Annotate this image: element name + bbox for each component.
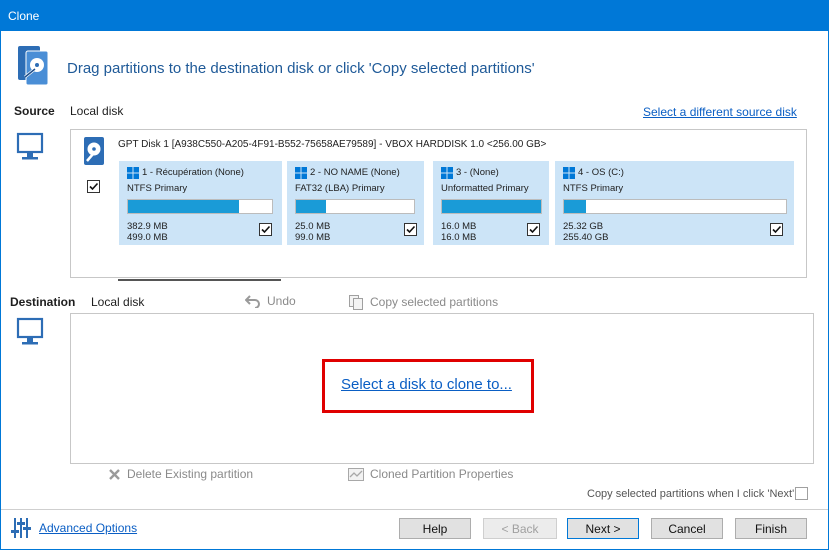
source-disk-title: GPT Disk 1 [A938C550-A205-4F91-B552-7565… bbox=[118, 139, 547, 150]
select-disk-to-clone-link[interactable]: Select a disk to clone to... bbox=[341, 376, 512, 393]
select-different-source-link[interactable]: Select a different source disk bbox=[643, 105, 797, 119]
usage-fill bbox=[296, 200, 326, 213]
usage-fill bbox=[128, 200, 239, 213]
partition-total: 99.0 MB bbox=[295, 232, 331, 243]
windows-icon bbox=[441, 167, 453, 179]
selected-partition-indicator bbox=[118, 279, 281, 281]
partition-name: 3 - (None) bbox=[456, 167, 499, 178]
usage-fill bbox=[564, 200, 587, 213]
help-button[interactable]: Help bbox=[399, 518, 471, 539]
partition-total: 255.40 GB bbox=[563, 232, 609, 243]
windows-icon bbox=[127, 167, 139, 179]
usage-fill bbox=[442, 200, 541, 213]
select-disk-checkbox[interactable] bbox=[87, 180, 100, 193]
usage-bar bbox=[127, 199, 273, 214]
copy-on-next-checkbox[interactable] bbox=[795, 487, 808, 500]
partition-name: 1 - Récupération (None) bbox=[142, 167, 244, 178]
partition-used: 25.32 GB bbox=[563, 221, 604, 232]
partition-type: Unformatted Primary bbox=[441, 183, 529, 194]
partition-checkbox[interactable] bbox=[259, 223, 272, 236]
partition-total: 16.0 MB bbox=[441, 232, 477, 243]
partition-total: 499.0 MB bbox=[127, 232, 168, 243]
back-button[interactable]: < Back bbox=[483, 518, 557, 539]
partition-type: FAT32 (LBA) Primary bbox=[295, 183, 385, 194]
usage-bar bbox=[295, 199, 415, 214]
windows-icon bbox=[563, 167, 575, 179]
partition-type: NTFS Primary bbox=[563, 183, 624, 194]
cloned-properties-label: Cloned Partition Properties bbox=[370, 467, 514, 481]
usage-bar bbox=[563, 199, 787, 214]
partition-checkbox[interactable] bbox=[527, 223, 540, 236]
destination-monitor-icon bbox=[16, 317, 44, 347]
partition-card[interactable]: 2 - NO NAME (None) FAT32 (LBA) Primary 2… bbox=[287, 161, 424, 245]
destination-label: Destination bbox=[10, 295, 76, 309]
hard-disk-icon bbox=[83, 136, 105, 166]
clone-wizard-icon bbox=[15, 43, 51, 87]
source-monitor-icon bbox=[16, 132, 44, 162]
finish-button[interactable]: Finish bbox=[735, 518, 807, 539]
copy-icon bbox=[349, 295, 363, 310]
footer-divider bbox=[1, 509, 828, 510]
partition-used: 16.0 MB bbox=[441, 221, 477, 232]
source-disk-type: Local disk bbox=[70, 104, 124, 118]
cancel-button[interactable]: Cancel bbox=[651, 518, 723, 539]
source-disk-panel: GPT Disk 1 [A938C550-A205-4F91-B552-7565… bbox=[70, 129, 807, 278]
usage-bar bbox=[441, 199, 542, 214]
source-label: Source bbox=[14, 104, 55, 118]
next-button[interactable]: Next > bbox=[567, 518, 639, 539]
partition-used: 25.0 MB bbox=[295, 221, 331, 232]
delete-partition-label: Delete Existing partition bbox=[127, 467, 254, 481]
clone-dialog: Drag partitions to the destination disk … bbox=[0, 31, 829, 550]
undo-icon bbox=[245, 295, 260, 308]
header-instruction: Drag partitions to the destination disk … bbox=[67, 60, 535, 77]
partition-card[interactable]: 4 - OS (C:) NTFS Primary 25.32 GB 255.40… bbox=[555, 161, 794, 245]
cloned-partition-properties-button[interactable]: Cloned Partition Properties bbox=[348, 467, 513, 481]
windows-icon bbox=[295, 167, 307, 179]
partition-name: 4 - OS (C:) bbox=[578, 167, 624, 178]
partition-checkbox[interactable] bbox=[770, 223, 783, 236]
partition-card[interactable]: 3 - (None) Unformatted Primary 16.0 MB 1… bbox=[433, 161, 549, 245]
copy-selected-label: Copy selected partitions bbox=[370, 295, 499, 309]
partition-checkbox[interactable] bbox=[404, 223, 417, 236]
delete-icon bbox=[109, 468, 120, 480]
partition-used: 382.9 MB bbox=[127, 221, 168, 232]
undo-button[interactable]: Undo bbox=[245, 294, 296, 308]
destination-disk-panel: Select a disk to clone to... bbox=[70, 313, 814, 464]
advanced-options-icon bbox=[10, 517, 32, 539]
delete-existing-partition-button[interactable]: Delete Existing partition bbox=[108, 467, 253, 481]
destination-disk-type: Local disk bbox=[91, 295, 145, 309]
copy-on-next-label: Copy selected partitions when I click 'N… bbox=[587, 488, 795, 500]
copy-selected-partitions-button[interactable]: Copy selected partitions bbox=[348, 294, 498, 310]
partition-card[interactable]: 1 - Récupération (None) NTFS Primary 382… bbox=[119, 161, 282, 245]
partition-type: NTFS Primary bbox=[127, 183, 188, 194]
advanced-options-link[interactable]: Advanced Options bbox=[39, 521, 137, 535]
title-bar: Clone bbox=[0, 0, 829, 31]
window-title: Clone bbox=[8, 9, 40, 23]
partition-name: 2 - NO NAME (None) bbox=[310, 167, 400, 178]
undo-label: Undo bbox=[267, 294, 296, 308]
properties-icon bbox=[348, 467, 364, 481]
